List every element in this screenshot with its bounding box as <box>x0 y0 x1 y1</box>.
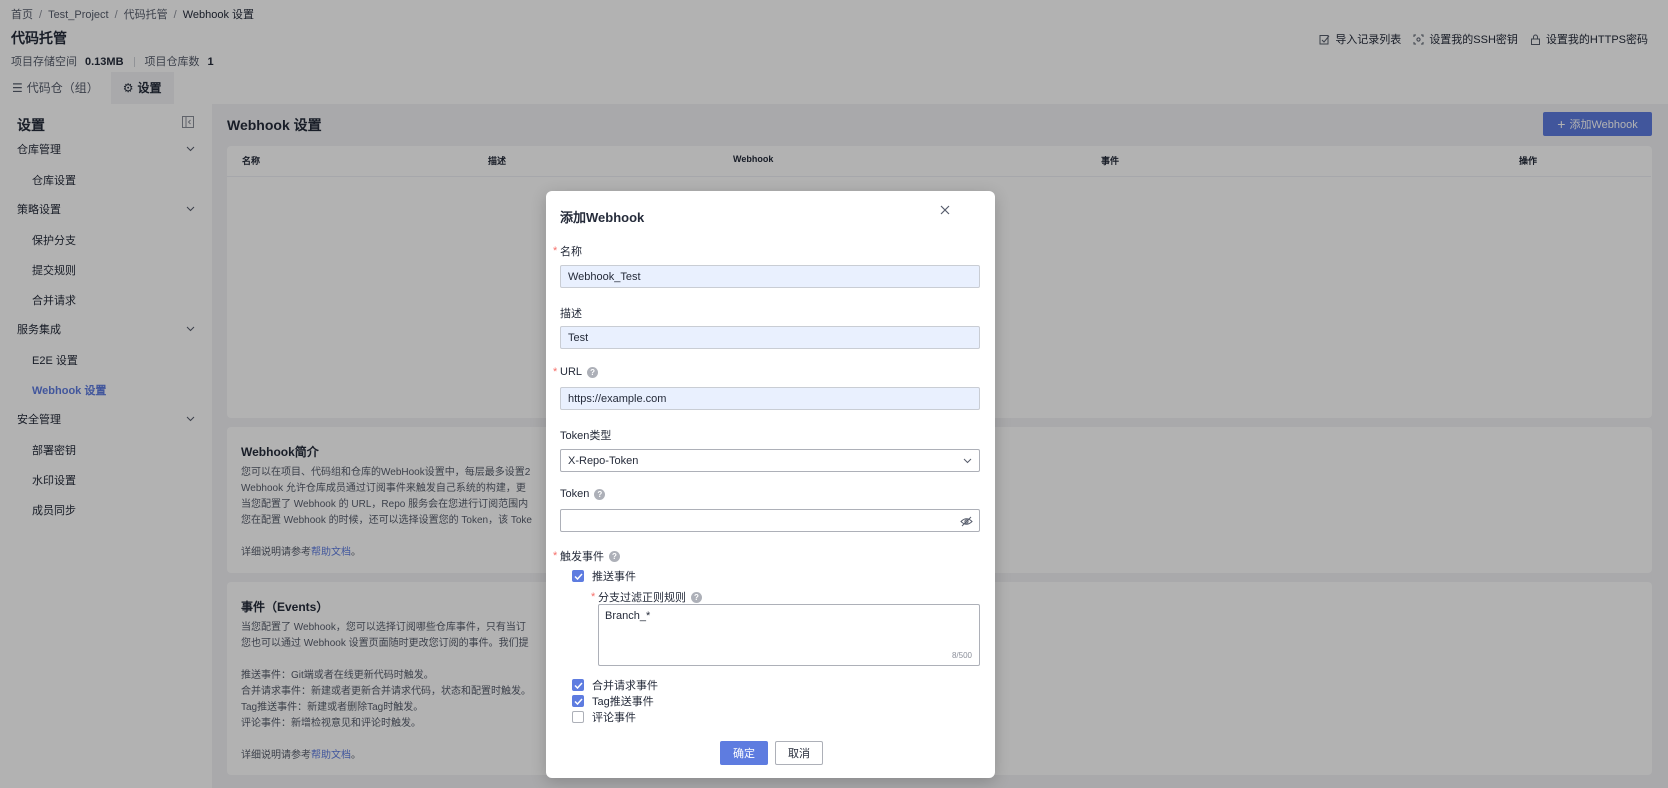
checkbox-checked-icon <box>572 570 584 582</box>
help-icon[interactable]: ? <box>609 550 620 562</box>
eye-off-icon[interactable] <box>960 515 973 528</box>
branch-filter-textarea[interactable]: Branch_* 8/500 <box>598 604 980 666</box>
help-icon[interactable]: ? <box>691 591 702 603</box>
branch-filter-label: * 分支过滤正则规则? <box>591 589 702 605</box>
help-icon[interactable]: ? <box>594 488 606 500</box>
branch-filter-label-text: 分支过滤正则规则 <box>598 592 686 604</box>
branch-filter-value: Branch_* <box>605 610 651 622</box>
checkbox-checked-icon <box>572 679 584 691</box>
help-icon[interactable]: ? <box>587 366 599 378</box>
add-webhook-dialog: 添加Webhook * 名称 Webhook_Test 描述 Test * URL?… <box>546 191 995 778</box>
required-mark: * <box>553 550 558 562</box>
tag-push-event-checkbox[interactable]: Tag推送事件 <box>572 693 654 709</box>
name-label-text: 名称 <box>560 246 582 258</box>
trigger-events-label: * 触发事件? <box>553 548 620 564</box>
token-type-label-text: Token类型 <box>560 430 612 442</box>
checkbox-checked-icon <box>572 695 584 707</box>
description-label-text: 描述 <box>560 308 582 320</box>
cancel-button[interactable]: 取消 <box>775 741 823 765</box>
tag-push-event-label: Tag推送事件 <box>592 696 654 708</box>
url-label: * URL? <box>553 366 599 378</box>
char-counter: 8/500 <box>951 651 972 660</box>
comment-event-label: 评论事件 <box>592 712 636 724</box>
push-event-checkbox[interactable]: 推送事件 <box>572 568 636 584</box>
token-type-select[interactable]: X-Repo-Token <box>560 449 980 472</box>
token-type-label: Token类型 <box>560 427 611 443</box>
description-input[interactable]: Test <box>560 326 980 349</box>
comment-event-checkbox[interactable]: 评论事件 <box>572 709 636 725</box>
confirm-button[interactable]: 确定 <box>720 741 768 765</box>
url-input[interactable]: https://example.com <box>560 387 980 410</box>
push-event-label: 推送事件 <box>592 571 636 583</box>
name-label: * 名称 <box>553 243 582 259</box>
checkbox-unchecked-icon <box>572 711 584 723</box>
token-label: Token? <box>560 488 606 500</box>
token-input[interactable] <box>560 509 980 532</box>
chevron-down-icon <box>963 456 972 465</box>
url-label-text: URL <box>560 366 583 378</box>
token-type-value: X-Repo-Token <box>568 454 639 467</box>
dialog-title: 添加Webhook <box>560 210 645 225</box>
required-mark: * <box>553 245 558 257</box>
required-mark: * <box>553 366 558 378</box>
token-label-text: Token <box>560 488 590 500</box>
merge-request-event-label: 合并请求事件 <box>592 680 658 692</box>
trigger-events-label-text: 触发事件 <box>560 551 604 563</box>
required-mark: * <box>591 591 596 603</box>
close-icon[interactable] <box>938 203 952 217</box>
name-input[interactable]: Webhook_Test <box>560 265 980 288</box>
merge-request-event-checkbox[interactable]: 合并请求事件 <box>572 677 658 693</box>
description-label: 描述 <box>560 305 582 321</box>
